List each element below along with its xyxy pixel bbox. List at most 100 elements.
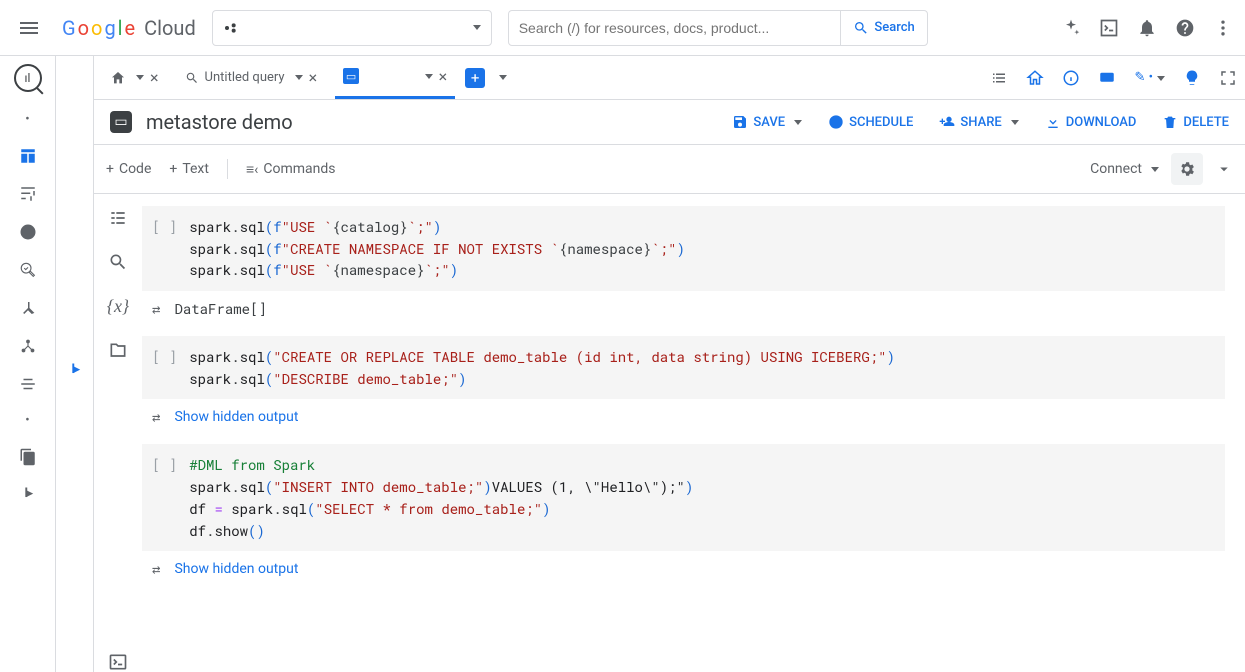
merge-icon[interactable] bbox=[19, 299, 37, 317]
titlebar: ▭ metastore demo SAVE SCHEDULE SHARE bbox=[94, 100, 1245, 144]
cell-output: ⇄ Show hidden output bbox=[142, 551, 1225, 586]
explorer-collapse-handle[interactable]: I▸ bbox=[56, 56, 94, 672]
variables-icon[interactable]: {x} bbox=[107, 296, 129, 317]
code-cell[interactable]: [ ] #DML from Spark spark.sql("INSERT IN… bbox=[142, 444, 1225, 586]
show-hidden-output-link[interactable]: Show hidden output bbox=[174, 409, 298, 425]
chevron-down-icon[interactable] bbox=[425, 74, 433, 79]
dot-icon[interactable]: • bbox=[25, 112, 29, 127]
sliders-icon[interactable] bbox=[19, 185, 37, 203]
google-cloud-logo[interactable]: Google Cloud bbox=[62, 16, 196, 40]
chevron-down-icon[interactable] bbox=[295, 75, 303, 80]
connect-button[interactable]: Connect bbox=[1090, 161, 1159, 177]
add-code-button[interactable]: + Code bbox=[106, 161, 151, 177]
dot2-icon[interactable]: • bbox=[25, 413, 29, 428]
search-button[interactable]: Search bbox=[840, 11, 926, 45]
project-picker[interactable] bbox=[212, 10, 492, 46]
brand-suffix: Cloud bbox=[144, 16, 196, 40]
bell-icon[interactable] bbox=[1137, 18, 1157, 38]
bigquery-logo[interactable] bbox=[14, 64, 42, 92]
chevron-down-icon bbox=[1151, 167, 1159, 172]
cell-prompt: [ ] bbox=[152, 346, 177, 389]
code-content[interactable]: spark.sql("CREATE OR REPLACE TABLE demo_… bbox=[189, 346, 895, 389]
share-button[interactable]: SHARE bbox=[939, 114, 1018, 130]
chevron-down-icon[interactable] bbox=[794, 120, 802, 125]
notebook-cells: [ ] spark.sql(f"USE `{catalog}`;") spark… bbox=[142, 194, 1245, 672]
notebook-sidebar: {x} bbox=[94, 194, 142, 672]
gear-icon bbox=[1178, 160, 1196, 178]
tab-label: Untitled query bbox=[205, 70, 285, 85]
tab-strip: × Untitled query × ▭ × + ✎ • bbox=[94, 56, 1245, 100]
magic-wand-icon[interactable]: ✎ • bbox=[1134, 70, 1165, 85]
header-bar: Google Cloud Search bbox=[0, 0, 1245, 56]
output-toggle-icon[interactable]: ⇄ bbox=[152, 559, 160, 578]
code-content[interactable]: spark.sql(f"USE `{catalog}`;") spark.sql… bbox=[189, 216, 685, 281]
more-vert-icon[interactable] bbox=[1213, 18, 1233, 38]
share-label: SHARE bbox=[960, 115, 1001, 130]
schedule-button[interactable]: SCHEDULE bbox=[828, 114, 913, 130]
share-nodes-icon[interactable] bbox=[19, 337, 37, 355]
clock-icon bbox=[828, 114, 844, 130]
close-icon[interactable]: × bbox=[309, 68, 318, 87]
menu-icon[interactable] bbox=[12, 14, 46, 42]
settings-button[interactable] bbox=[1171, 153, 1203, 185]
close-icon[interactable]: × bbox=[150, 68, 159, 87]
delete-button[interactable]: DELETE bbox=[1162, 114, 1229, 130]
output-toggle-icon[interactable]: ⇄ bbox=[152, 407, 160, 426]
bulb-icon[interactable] bbox=[1183, 69, 1201, 87]
toc-icon[interactable] bbox=[108, 208, 128, 228]
sparkle-icon[interactable] bbox=[1061, 18, 1081, 38]
delete-label: DELETE bbox=[1183, 115, 1229, 130]
info-icon[interactable] bbox=[1062, 69, 1080, 87]
copy-icon[interactable] bbox=[19, 448, 37, 466]
search-icon[interactable] bbox=[108, 252, 128, 272]
cell-output: ⇄ DataFrame[] bbox=[142, 291, 1225, 326]
product-iconbar: • • I▸ bbox=[0, 56, 56, 672]
save-label: SAVE bbox=[753, 115, 785, 130]
home-outline-icon[interactable] bbox=[1026, 69, 1044, 87]
add-text-button[interactable]: + Text bbox=[169, 161, 209, 177]
cast-icon[interactable] bbox=[1098, 69, 1116, 87]
table-icon[interactable] bbox=[19, 147, 37, 165]
cell-output: ⇄ Show hidden output bbox=[142, 399, 1225, 434]
folder-icon[interactable] bbox=[108, 341, 128, 361]
search-box: Search bbox=[508, 10, 928, 46]
clock-icon[interactable] bbox=[19, 223, 37, 241]
notebook-icon: ▭ bbox=[343, 68, 359, 84]
collapse-bottom-icon[interactable]: I▸ bbox=[24, 486, 30, 501]
commands-button[interactable]: ≡‹ Commands bbox=[246, 161, 336, 178]
add-tab-menu-icon[interactable] bbox=[499, 75, 507, 80]
download-icon bbox=[1045, 114, 1061, 130]
save-icon bbox=[732, 114, 748, 130]
chevron-down-icon bbox=[473, 25, 481, 30]
show-hidden-output-link[interactable]: Show hidden output bbox=[174, 561, 298, 577]
notebook-toolbar: + Code + Text ≡‹ Commands Connect bbox=[94, 144, 1245, 194]
list-icon[interactable] bbox=[990, 69, 1008, 87]
help-icon[interactable] bbox=[1175, 18, 1195, 38]
output-toggle-icon[interactable]: ⇄ bbox=[152, 299, 160, 318]
close-icon[interactable]: × bbox=[439, 67, 448, 86]
tab-untitled-query[interactable]: Untitled query × bbox=[177, 56, 326, 99]
code-cell[interactable]: [ ] spark.sql(f"USE `{catalog}`;") spark… bbox=[142, 206, 1225, 326]
schedule-label: SCHEDULE bbox=[849, 115, 913, 130]
search-input[interactable] bbox=[509, 20, 841, 36]
cloud-shell-icon[interactable] bbox=[1099, 18, 1119, 38]
tab-notebook[interactable]: ▭ × bbox=[335, 56, 455, 99]
align-icon[interactable] bbox=[19, 375, 37, 393]
terminal-icon[interactable] bbox=[108, 652, 128, 672]
chevron-down-icon[interactable] bbox=[1215, 160, 1233, 178]
person-add-icon bbox=[939, 114, 955, 130]
search-icon bbox=[853, 20, 869, 36]
download-button[interactable]: DOWNLOAD bbox=[1045, 114, 1137, 130]
save-button[interactable]: SAVE bbox=[732, 114, 802, 130]
tab-home[interactable]: × bbox=[102, 56, 167, 99]
search-cancel-icon[interactable] bbox=[19, 261, 37, 279]
code-content[interactable]: #DML from Spark spark.sql("INSERT INTO d… bbox=[189, 454, 693, 541]
trash-icon bbox=[1162, 114, 1178, 130]
add-tab-button[interactable]: + bbox=[465, 68, 485, 88]
chevron-down-icon[interactable] bbox=[1011, 120, 1019, 125]
chevron-down-icon[interactable] bbox=[136, 75, 144, 80]
code-cell[interactable]: [ ] spark.sql("CREATE OR REPLACE TABLE d… bbox=[142, 336, 1225, 434]
cell-prompt: [ ] bbox=[152, 216, 177, 281]
fullscreen-icon[interactable] bbox=[1219, 69, 1237, 87]
cell-prompt: [ ] bbox=[152, 454, 177, 541]
